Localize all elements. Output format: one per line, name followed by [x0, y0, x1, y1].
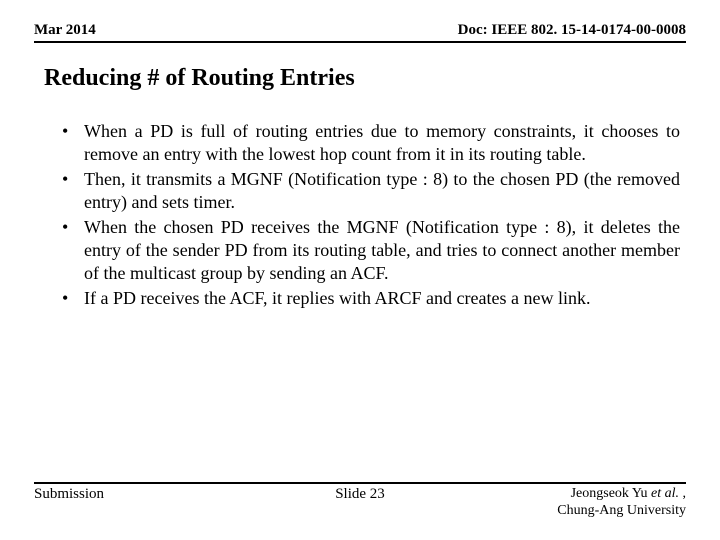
- author-etal: et al.: [651, 486, 679, 501]
- bullet-text: When the chosen PD receives the MGNF (No…: [84, 216, 680, 285]
- bullet-item: • When a PD is full of routing entries d…: [62, 120, 680, 166]
- footer-author-line: Jeongseok Yu et al. ,: [469, 486, 686, 503]
- header-bar: Mar 2014 Doc: IEEE 802. 15-14-0174-00-00…: [34, 22, 686, 43]
- bullet-text: When a PD is full of routing entries due…: [84, 120, 680, 166]
- footer-author-block: Jeongseok Yu et al. , Chung-Ang Universi…: [469, 486, 686, 520]
- bullet-item: • When the chosen PD receives the MGNF (…: [62, 216, 680, 285]
- footer-left-label: Submission: [34, 486, 251, 503]
- header-doc-number: Doc: IEEE 802. 15-14-0174-00-0008: [458, 22, 686, 39]
- bullet-item: • If a PD receives the ACF, it replies w…: [62, 287, 680, 310]
- slide-title: Reducing # of Routing Entries: [44, 65, 686, 92]
- bullet-dot-icon: •: [62, 287, 84, 310]
- footer-affiliation: Chung-Ang University: [469, 503, 686, 520]
- bullet-text: Then, it transmits a MGNF (Notification …: [84, 168, 680, 214]
- slide: Mar 2014 Doc: IEEE 802. 15-14-0174-00-00…: [0, 0, 720, 540]
- author-prefix: Jeongseok Yu: [571, 486, 651, 501]
- header-date: Mar 2014: [34, 22, 96, 39]
- bullet-text: If a PD receives the ACF, it replies wit…: [84, 287, 680, 310]
- bullet-dot-icon: •: [62, 216, 84, 285]
- bullet-dot-icon: •: [62, 168, 84, 214]
- bullet-dot-icon: •: [62, 120, 84, 166]
- author-suffix: ,: [679, 486, 686, 501]
- footer-slide-number: Slide 23: [251, 486, 468, 503]
- footer-bar: Submission Slide 23 Jeongseok Yu et al. …: [34, 482, 686, 520]
- bullet-item: • Then, it transmits a MGNF (Notificatio…: [62, 168, 680, 214]
- content-area: • When a PD is full of routing entries d…: [34, 120, 686, 310]
